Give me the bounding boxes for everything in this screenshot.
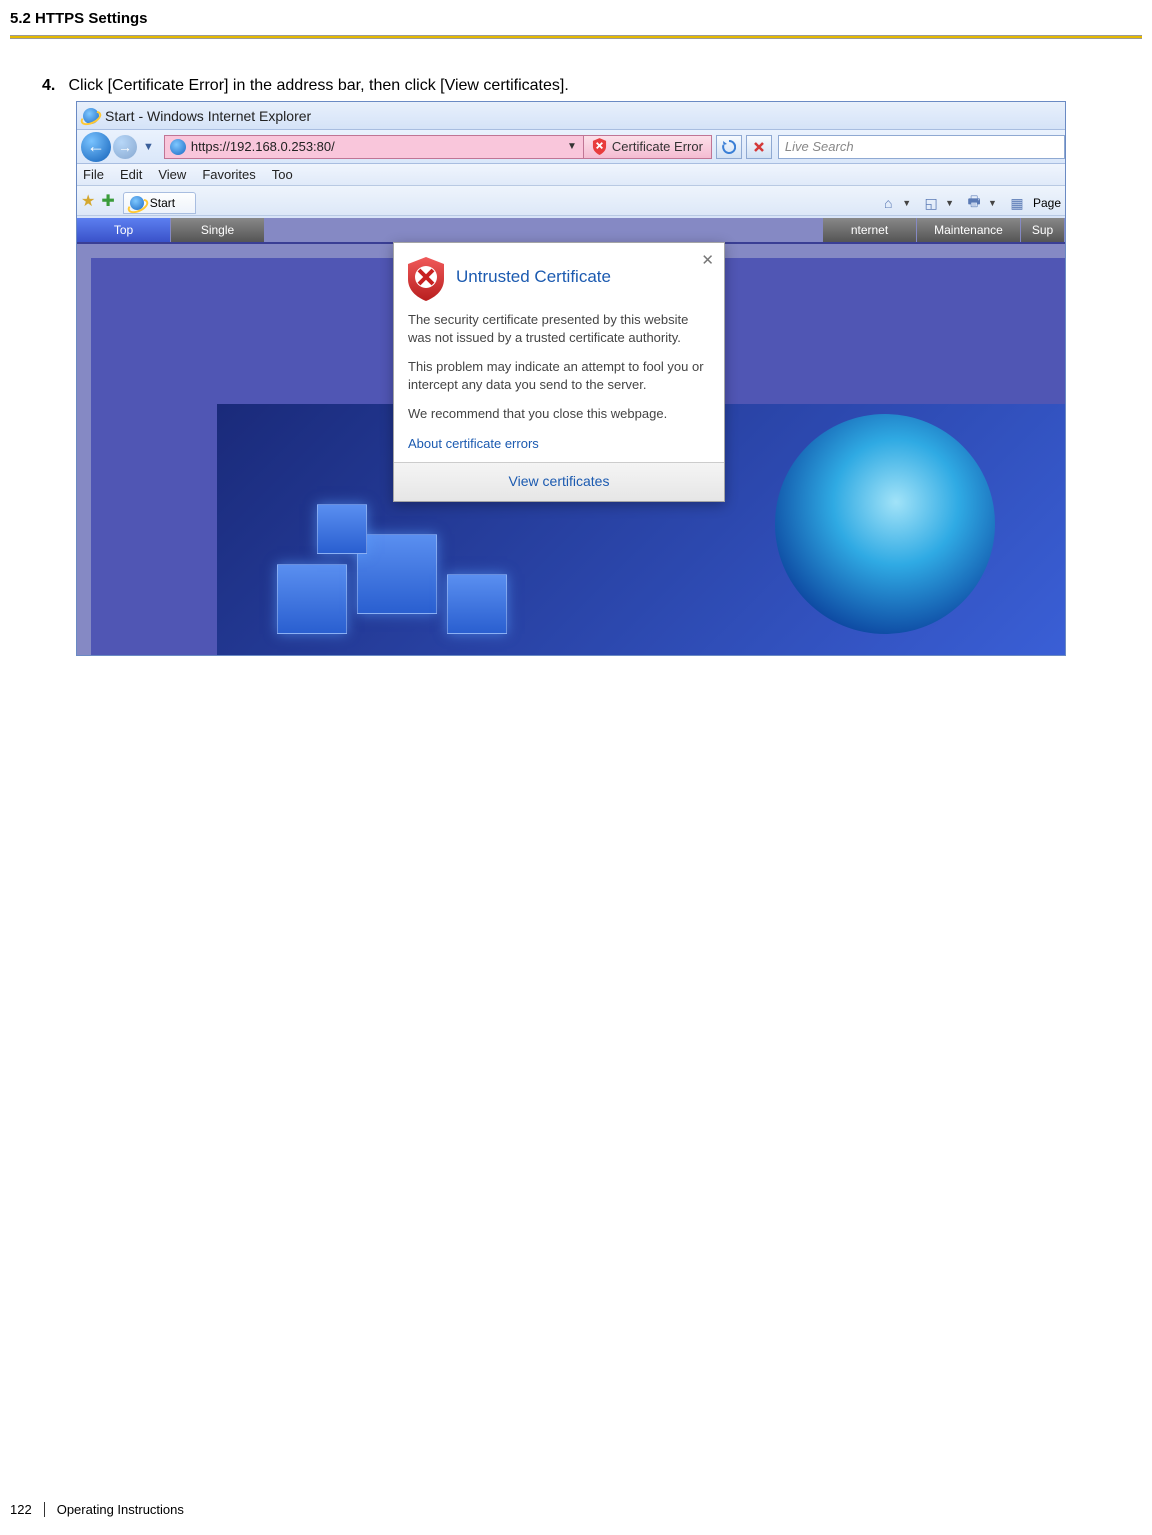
camera-tab-support[interactable]: Sup [1021, 218, 1065, 242]
feeds-icon[interactable]: ◱ [921, 194, 941, 212]
browser-tab[interactable]: Start [123, 192, 196, 214]
popup-title: Untrusted Certificate [456, 257, 611, 301]
search-placeholder: Live Search [785, 139, 854, 154]
stop-button[interactable] [746, 135, 772, 159]
site-icon [170, 139, 186, 155]
tab-ie-icon [130, 196, 144, 210]
section-header: 5.2 HTTPS Settings [0, 0, 1152, 35]
globe-graphic [775, 414, 995, 634]
document-title: Operating Instructions [57, 1502, 184, 1517]
navigation-row: ← → ▼ https://192.168.0.253:80/ ▼ Certif… [77, 130, 1065, 164]
camera-tab-single[interactable]: Single [171, 218, 265, 242]
nav-history-dropdown[interactable]: ▼ [137, 141, 160, 153]
menu-view[interactable]: View [158, 167, 186, 182]
address-url: https://192.168.0.253:80/ [191, 139, 567, 154]
ie-screenshot: Start - Windows Internet Explorer ← → ▼ … [76, 101, 1066, 656]
menu-bar: File Edit View Favorites Too [77, 164, 1065, 186]
shield-warning-icon [406, 257, 446, 301]
certificate-error-label: Certificate Error [612, 139, 703, 154]
page-footer: 122 Operating Instructions [10, 1502, 184, 1517]
home-icon[interactable]: ⌂ [878, 194, 898, 212]
ie-logo-icon [83, 108, 99, 124]
page-number: 122 [10, 1502, 45, 1517]
tab-label: Start [150, 196, 175, 210]
popup-para-1: The security certificate presented by th… [408, 311, 710, 346]
camera-tabs: Top Single nternet Maintenance Sup [77, 218, 1065, 244]
menu-file[interactable]: File [83, 167, 104, 182]
add-favorite-icon[interactable]: ✚ [101, 191, 114, 211]
squares-graphic [277, 504, 577, 644]
popup-footer: View certificates [394, 462, 724, 501]
step-text: Click [Certificate Error] in the address… [68, 77, 568, 94]
shield-error-icon [592, 138, 607, 155]
popup-para-2: This problem may indicate an attempt to … [408, 358, 710, 393]
step-number: 4. [42, 77, 64, 95]
print-icon[interactable]: 🖶 [964, 194, 984, 212]
about-cert-errors-link[interactable]: About certificate errors [408, 435, 710, 453]
page-menu-label[interactable]: Page [1033, 196, 1061, 210]
refresh-icon [722, 140, 736, 154]
view-certificates-link[interactable]: View certificates [509, 473, 610, 489]
step-4: 4. Click [Certificate Error] in the addr… [0, 39, 1152, 95]
forward-button[interactable]: → [113, 135, 137, 159]
favorites-star-icon[interactable]: ★ [81, 191, 95, 211]
page-menu-icon[interactable]: ▦ [1007, 194, 1027, 212]
camera-tab-top[interactable]: Top [77, 218, 171, 242]
menu-edit[interactable]: Edit [120, 167, 142, 182]
certificate-error-button[interactable]: Certificate Error [584, 135, 712, 159]
menu-tools[interactable]: Too [272, 167, 293, 182]
stop-icon [753, 141, 765, 153]
menu-favorites[interactable]: Favorites [202, 167, 255, 182]
popup-body: The security certificate presented by th… [394, 311, 724, 462]
search-box[interactable]: Live Search [778, 135, 1065, 159]
refresh-button[interactable] [716, 135, 742, 159]
popup-para-3: We recommend that you close this webpage… [408, 405, 710, 423]
window-title-bar: Start - Windows Internet Explorer [77, 102, 1065, 130]
address-dropdown-icon[interactable]: ▼ [567, 141, 583, 152]
command-bar: ⌂▼ ◱▼ 🖶▼ ▦ Page [874, 190, 1061, 216]
camera-tab-maintenance[interactable]: Maintenance [917, 218, 1021, 242]
window-title: Start - Windows Internet Explorer [105, 108, 311, 124]
back-button[interactable]: ← [81, 132, 111, 162]
certificate-popup: ✕ Untrusted Certificate The security cer… [393, 242, 725, 502]
address-bar[interactable]: https://192.168.0.253:80/ ▼ [164, 135, 584, 159]
camera-tab-internet[interactable]: nternet [823, 218, 917, 242]
